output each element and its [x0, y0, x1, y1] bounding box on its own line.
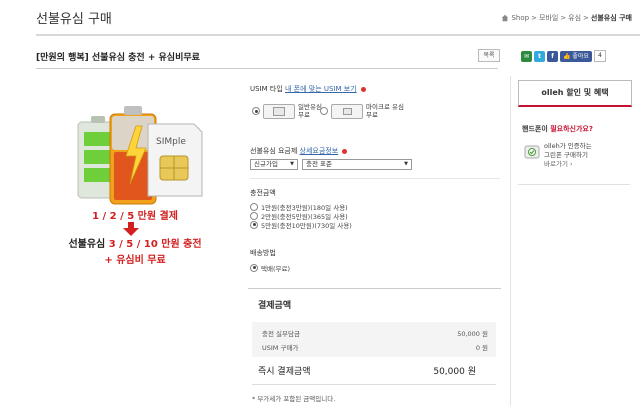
header-divider: [36, 34, 640, 36]
arrow-down-icon: [123, 222, 139, 236]
usim-micro-radio[interactable]: [320, 107, 328, 115]
required-icon: [360, 86, 366, 92]
promo-free-usim: + 유심비 무료: [104, 255, 166, 266]
usim-option-micro[interactable]: 마이크로 유심 무료: [320, 103, 404, 119]
breadcrumb: Shop > 모바일 > 유심 > 선불유심 구매: [501, 13, 632, 23]
total-payment: 즉시 결제금액 50,000 원: [258, 367, 476, 377]
charge-options: 1만원(충전3만원)(180일 사용) 2만원(충전5만원)(365일 사용) …: [250, 202, 352, 230]
charge-option[interactable]: 5만원(충전10만원)(730일 사용): [250, 220, 352, 230]
home-icon[interactable]: [501, 14, 509, 22]
battery-sim-illustration: SIMple: [77, 106, 203, 205]
charge-radio-1[interactable]: [250, 202, 258, 211]
breadcrumb-sep-icon: >: [531, 14, 537, 22]
phone-question: 핸드폰이 필요하신가요?: [522, 125, 593, 133]
plan-select[interactable]: 충전 표준 ▼: [302, 159, 412, 170]
breadcrumb-shop[interactable]: Shop: [511, 14, 529, 22]
like-count: 4: [593, 50, 606, 62]
sim-card-icon: SIMple: [147, 123, 203, 197]
product-divider: [36, 68, 498, 69]
delivery-option[interactable]: 택배(무료): [250, 263, 290, 273]
sidebar-divider: [510, 76, 511, 406]
green-phone-promo[interactable]: olleh가 인증하는 그린폰 구매하기 바로가기 ›: [544, 142, 624, 169]
payment-row: USIM 구매가 0 원: [262, 344, 488, 352]
svg-text:SIMple: SIMple: [156, 137, 186, 147]
chevron-down-icon: ▼: [404, 161, 408, 167]
breadcrumb-usim[interactable]: 유심: [568, 13, 581, 23]
payment-title: 결제금액: [258, 301, 292, 311]
section-divider: [250, 178, 500, 179]
usim-option-normal[interactable]: 일반유심 무료: [252, 103, 322, 119]
facebook-like-button[interactable]: 👍 좋아요: [560, 50, 592, 62]
plan-detail-link[interactable]: 상세요금정보: [300, 147, 339, 155]
twitter-icon[interactable]: t: [534, 50, 545, 62]
olleh-benefit-button[interactable]: olleh 할인 및 혜택: [518, 80, 632, 107]
delivery-radio[interactable]: [250, 263, 258, 272]
breadcrumb-mobile[interactable]: 모바일: [539, 13, 558, 23]
sim-normal-icon: [263, 103, 295, 119]
usim-normal-radio[interactable]: [252, 107, 260, 115]
product-title: [만원의 행복] 선불유심 충전 + 유심비무료: [36, 53, 200, 63]
payment-row: 충전 실부담금 50,000 원: [262, 330, 488, 338]
breadcrumb-sep-icon: >: [560, 14, 567, 22]
sms-share-icon[interactable]: ✉: [521, 50, 532, 62]
usim-guide-link[interactable]: 내 폰에 맞는 USIM 보기: [285, 85, 357, 93]
sns-bar: ✉ t f 👍 좋아요 4: [521, 50, 606, 62]
promo-payment: 1 / 2 / 5 만원 결제: [92, 211, 178, 222]
charge-radio-2[interactable]: [250, 211, 258, 220]
breadcrumb-sep-icon: >: [583, 14, 589, 22]
chevron-down-icon: ▼: [290, 161, 294, 167]
green-phone-icon[interactable]: [524, 145, 540, 159]
charge-radio-3[interactable]: [250, 220, 258, 229]
total-divider: [252, 384, 496, 385]
page-title: 선불유심 구매: [36, 12, 112, 27]
charge-label: 충전금액: [250, 189, 276, 197]
plan-label: 선불유심 요금제 상세요금정보: [250, 146, 348, 156]
required-icon: [342, 148, 348, 154]
delivery-label: 배송방법: [250, 249, 276, 257]
breadcrumb-current: 선불유심 구매: [590, 14, 632, 22]
usim-type-label: USIM 타입 내 폰에 맞는 USIM 보기: [250, 84, 366, 94]
list-button[interactable]: 목록: [478, 49, 500, 62]
promo-charge: 선불유심 3 / 5 / 10 만원 충전: [68, 239, 202, 250]
sim-micro-icon: [331, 103, 363, 119]
join-type-select[interactable]: 신규가입 ▼: [250, 159, 298, 170]
facebook-icon[interactable]: f: [547, 50, 558, 62]
sidebar-sep: [518, 184, 630, 185]
vat-note: * 부가세가 포함된 금액입니다.: [252, 395, 336, 403]
